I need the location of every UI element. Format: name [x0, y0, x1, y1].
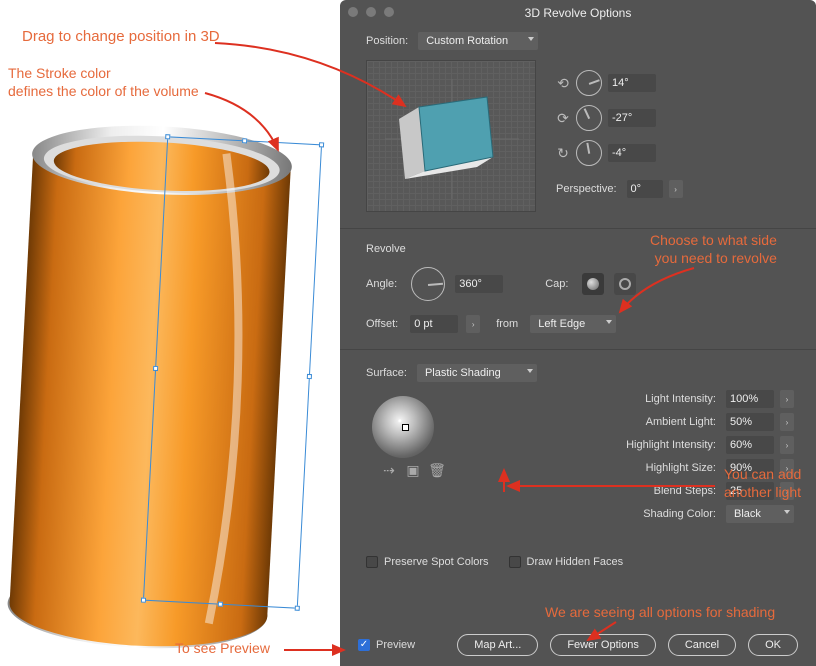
from-label: from	[496, 318, 518, 330]
cap-label: Cap:	[545, 278, 568, 290]
surface-label: Surface:	[366, 367, 407, 379]
perspective-stepper[interactable]: ›	[669, 180, 683, 198]
shading-color-dropdown[interactable]: Black	[726, 505, 794, 523]
minimize-icon	[366, 7, 376, 17]
revolve-heading: Revolve	[366, 243, 790, 255]
rotate-z-icon: ↻	[556, 146, 570, 160]
surface-dropdown[interactable]: Plastic Shading	[417, 364, 537, 382]
move-light-back-icon[interactable]: ⇢	[380, 462, 398, 478]
cancel-button[interactable]: Cancel	[668, 634, 736, 656]
offset-stepper[interactable]: ›	[466, 315, 480, 333]
light-sphere-preview[interactable]	[372, 396, 434, 458]
rotate-z-field[interactable]	[608, 144, 656, 162]
3d-revolve-options-dialog: 3D Revolve Options Position: Custom Rota…	[340, 0, 816, 666]
rotate-y-icon: ⟳	[556, 111, 570, 125]
angle-field[interactable]	[455, 275, 503, 293]
highlight-size-label: Highlight Size:	[606, 462, 716, 474]
highlight-size-field[interactable]	[726, 459, 774, 477]
light-intensity-field[interactable]	[726, 390, 774, 408]
rotate-y-dial[interactable]	[576, 105, 602, 131]
shading-color-label: Shading Color:	[606, 508, 716, 520]
blend-steps-field[interactable]	[726, 482, 774, 500]
rotate-x-dial[interactable]	[576, 70, 602, 96]
rotation-cube-preview[interactable]	[366, 60, 536, 212]
ambient-light-field[interactable]	[726, 413, 774, 431]
artboard	[0, 0, 340, 666]
position-dropdown[interactable]: Custom Rotation	[418, 32, 538, 50]
map-art-button[interactable]: Map Art...	[457, 634, 538, 656]
angle-dial[interactable]	[411, 267, 445, 301]
position-label: Position:	[366, 35, 408, 47]
ambient-light-label: Ambient Light:	[606, 416, 716, 428]
blend-steps-stepper[interactable]: ›	[780, 482, 794, 500]
highlight-intensity-field[interactable]	[726, 436, 774, 454]
perspective-label: Perspective:	[556, 183, 617, 195]
perspective-field[interactable]	[627, 180, 663, 198]
draw-hidden-label: Draw Hidden Faces	[527, 556, 624, 568]
rotate-z-dial[interactable]	[576, 140, 602, 166]
preserve-spot-label: Preserve Spot Colors	[384, 556, 489, 568]
highlight-intensity-stepper[interactable]: ›	[780, 436, 794, 454]
light-handle[interactable]	[402, 424, 409, 431]
new-light-icon[interactable]: ▣	[404, 462, 422, 478]
offset-label: Offset:	[366, 318, 398, 330]
light-intensity-stepper[interactable]: ›	[780, 390, 794, 408]
draw-hidden-checkbox[interactable]	[509, 556, 521, 568]
highlight-size-stepper[interactable]: ›	[780, 459, 794, 477]
angle-label: Angle:	[366, 278, 397, 290]
blend-steps-label: Blend Steps:	[606, 485, 716, 497]
delete-light-icon[interactable]: 🗑	[428, 462, 446, 478]
rotate-x-field[interactable]	[608, 74, 656, 92]
cap-off-button[interactable]	[614, 273, 636, 295]
dialog-title: 3D Revolve Options	[340, 0, 816, 24]
preview-label: Preview	[376, 639, 415, 651]
preview-checkbox[interactable]	[358, 639, 370, 651]
rotate-x-icon: ⟲	[556, 76, 570, 90]
preserve-spot-checkbox[interactable]	[366, 556, 378, 568]
fewer-options-button[interactable]: Fewer Options	[550, 634, 656, 656]
highlight-intensity-label: Highlight Intensity:	[606, 439, 716, 451]
selection-bounding-box[interactable]	[143, 136, 322, 608]
offset-field[interactable]	[410, 315, 458, 333]
rotate-y-field[interactable]	[608, 109, 656, 127]
close-icon[interactable]	[348, 7, 358, 17]
zoom-icon	[384, 7, 394, 17]
light-intensity-label: Light Intensity:	[606, 393, 716, 405]
ok-button[interactable]: OK	[748, 634, 798, 656]
cap-on-button[interactable]	[582, 273, 604, 295]
ambient-light-stepper[interactable]: ›	[780, 413, 794, 431]
window-controls[interactable]	[348, 7, 399, 20]
from-edge-dropdown[interactable]: Left Edge	[530, 315, 616, 333]
